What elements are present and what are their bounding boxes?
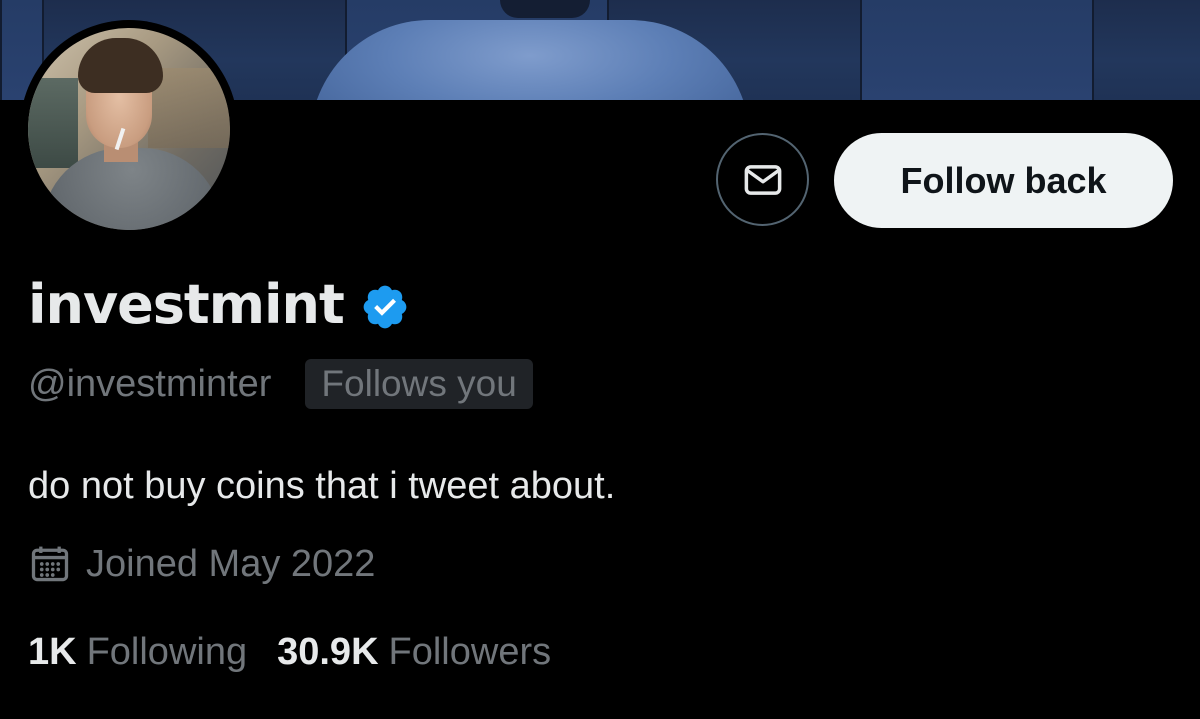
joined-row: Joined May 2022 — [28, 536, 375, 592]
follow-back-button[interactable]: Follow back — [834, 133, 1173, 228]
followers-label: Followers — [388, 631, 552, 673]
followers-count: 30.9K — [277, 631, 379, 673]
stats-row: 1K Following 30.9K Followers — [28, 624, 551, 680]
name-row: investmint — [28, 270, 410, 340]
banner-suit-figure — [310, 20, 750, 100]
avatar-bg-window — [28, 78, 78, 168]
display-name: investmint — [28, 273, 345, 336]
joined-date: Joined May 2022 — [86, 543, 376, 585]
banner-collar — [500, 0, 590, 18]
message-button[interactable] — [716, 133, 809, 226]
handle-row: @investminter Follows you — [28, 358, 533, 410]
calendar-icon — [31, 546, 69, 582]
verified-badge-icon[interactable] — [360, 282, 410, 332]
avatar[interactable] — [28, 28, 230, 230]
banner-panel — [860, 0, 1094, 100]
avatar-hair — [78, 38, 163, 93]
profile-bio: do not buy coins that i tweet about. — [28, 465, 616, 507]
following-link[interactable]: 1K Following — [28, 624, 247, 680]
following-count: 1K — [28, 631, 77, 673]
followers-link[interactable]: 30.9K Followers — [277, 624, 551, 680]
envelope-icon — [744, 164, 781, 195]
follows-you-badge: Follows you — [305, 359, 533, 409]
following-label: Following — [86, 631, 248, 673]
user-handle: @investminter — [28, 363, 272, 405]
